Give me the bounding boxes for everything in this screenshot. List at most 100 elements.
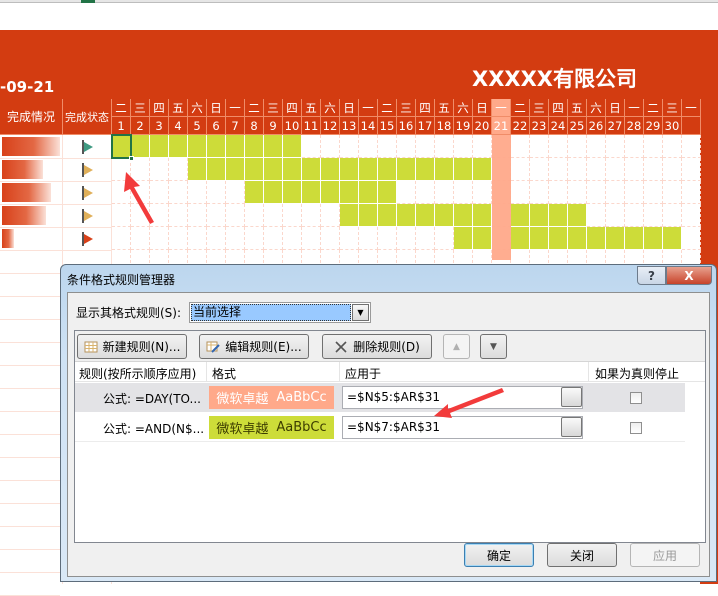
- gantt-cell[interactable]: [226, 181, 245, 204]
- gantt-cell[interactable]: [625, 135, 644, 158]
- gantt-cell[interactable]: [397, 227, 416, 250]
- gantt-cell[interactable]: [606, 135, 625, 158]
- gantt-cell[interactable]: [511, 204, 530, 227]
- ok-button[interactable]: 确定: [464, 543, 534, 567]
- gantt-cell[interactable]: [188, 227, 207, 250]
- gantt-cell[interactable]: [397, 135, 416, 158]
- gantt-cell[interactable]: [169, 135, 188, 158]
- gantt-cell[interactable]: [568, 204, 587, 227]
- gantt-cell[interactable]: [568, 158, 587, 181]
- gantt-cell[interactable]: [530, 181, 549, 204]
- fill-handle[interactable]: [129, 156, 134, 161]
- move-up-button[interactable]: ▲: [443, 334, 470, 359]
- gantt-cell[interactable]: [397, 181, 416, 204]
- gantt-cell[interactable]: [169, 181, 188, 204]
- gantt-cell[interactable]: [169, 227, 188, 250]
- applies-to-input[interactable]: =$N$5:$AR$31: [342, 386, 583, 409]
- gantt-cell[interactable]: [397, 204, 416, 227]
- gantt-grid[interactable]: [112, 135, 701, 273]
- gantt-cell[interactable]: [283, 181, 302, 204]
- gantt-cell[interactable]: [264, 135, 283, 158]
- gantt-cell[interactable]: [302, 227, 321, 250]
- gantt-cell[interactable]: [606, 181, 625, 204]
- gantt-cell[interactable]: [644, 135, 663, 158]
- gantt-cell[interactable]: [644, 204, 663, 227]
- gantt-cell[interactable]: [511, 181, 530, 204]
- gantt-cell[interactable]: [454, 181, 473, 204]
- gantt-cell[interactable]: [112, 181, 131, 204]
- gantt-cell[interactable]: [454, 204, 473, 227]
- gantt-cell[interactable]: [435, 227, 454, 250]
- range-picker-icon[interactable]: [561, 387, 582, 407]
- gantt-cell[interactable]: [416, 204, 435, 227]
- gantt-cell[interactable]: [416, 227, 435, 250]
- gantt-cell[interactable]: [207, 135, 226, 158]
- gantt-cell[interactable]: [150, 135, 169, 158]
- gantt-cell[interactable]: [188, 158, 207, 181]
- gantt-cell[interactable]: [625, 227, 644, 250]
- chevron-down-icon[interactable]: ▼: [352, 304, 369, 321]
- gantt-cell[interactable]: [207, 181, 226, 204]
- gantt-cell[interactable]: [549, 158, 568, 181]
- gantt-cell[interactable]: [530, 204, 549, 227]
- gantt-cell[interactable]: [112, 158, 131, 181]
- gantt-cell[interactable]: [264, 227, 283, 250]
- gantt-cell[interactable]: [302, 158, 321, 181]
- gantt-cell[interactable]: [473, 135, 492, 158]
- gantt-cell[interactable]: [226, 227, 245, 250]
- gantt-cell[interactable]: [264, 181, 283, 204]
- gantt-cell[interactable]: [207, 158, 226, 181]
- gantt-cell[interactable]: [663, 158, 682, 181]
- gantt-cell[interactable]: [473, 204, 492, 227]
- gantt-cell[interactable]: [321, 227, 340, 250]
- gantt-cell[interactable]: [169, 204, 188, 227]
- gantt-cell[interactable]: [416, 135, 435, 158]
- gantt-cell[interactable]: [416, 158, 435, 181]
- gantt-cell[interactable]: [682, 227, 701, 250]
- gantt-cell[interactable]: [435, 204, 454, 227]
- gantt-cell[interactable]: [625, 158, 644, 181]
- edit-rule-button[interactable]: 编辑规则(E)...: [199, 334, 309, 359]
- gantt-cell[interactable]: [454, 158, 473, 181]
- gantt-cell[interactable]: [587, 227, 606, 250]
- gantt-cell[interactable]: [245, 227, 264, 250]
- gantt-cell[interactable]: [226, 135, 245, 158]
- show-rules-select[interactable]: 当前选择 ▼: [189, 302, 371, 323]
- gantt-cell[interactable]: [644, 227, 663, 250]
- gantt-cell[interactable]: [568, 135, 587, 158]
- gantt-cell[interactable]: [283, 135, 302, 158]
- gantt-cell[interactable]: [435, 181, 454, 204]
- gantt-cell[interactable]: [245, 181, 264, 204]
- gantt-cell[interactable]: [245, 204, 264, 227]
- gantt-cell[interactable]: [682, 181, 701, 204]
- gantt-cell[interactable]: [283, 227, 302, 250]
- gantt-cell[interactable]: [663, 204, 682, 227]
- gantt-cell[interactable]: [112, 204, 131, 227]
- gantt-cell[interactable]: [682, 158, 701, 181]
- gantt-cell[interactable]: [150, 158, 169, 181]
- gantt-cell[interactable]: [226, 158, 245, 181]
- gantt-cell[interactable]: [131, 135, 150, 158]
- gantt-cell[interactable]: [587, 204, 606, 227]
- gantt-cell[interactable]: [188, 135, 207, 158]
- gantt-cell[interactable]: [473, 227, 492, 250]
- stop-if-true-checkbox[interactable]: [630, 392, 642, 404]
- gantt-cell[interactable]: [245, 135, 264, 158]
- gantt-cell[interactable]: [663, 227, 682, 250]
- gantt-cell[interactable]: [587, 158, 606, 181]
- gantt-cell[interactable]: [283, 204, 302, 227]
- gantt-cell[interactable]: [321, 181, 340, 204]
- rule-row[interactable]: 公式: =DAY(TO... 微软卓越 AaBbCc =$N$5:$AR$31: [75, 383, 685, 412]
- gantt-cell[interactable]: [663, 181, 682, 204]
- gantt-cell[interactable]: [131, 181, 150, 204]
- gantt-cell[interactable]: [625, 204, 644, 227]
- gantt-cell[interactable]: [378, 158, 397, 181]
- gantt-cell[interactable]: [340, 135, 359, 158]
- gantt-cell[interactable]: [302, 204, 321, 227]
- gantt-cell[interactable]: [150, 227, 169, 250]
- gantt-cell[interactable]: [340, 158, 359, 181]
- gantt-cell[interactable]: [359, 181, 378, 204]
- gantt-cell[interactable]: [188, 181, 207, 204]
- gantt-cell[interactable]: [435, 135, 454, 158]
- gantt-cell[interactable]: [416, 181, 435, 204]
